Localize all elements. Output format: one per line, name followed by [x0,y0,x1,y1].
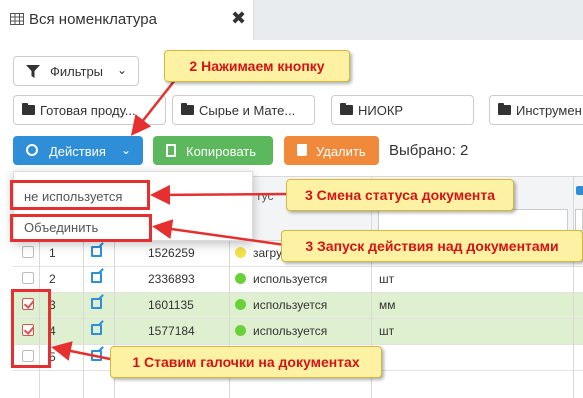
row-code: 1601135 [148,298,194,312]
chevron-down-icon: ⌄ [121,143,132,157]
folder-label: Готовая проду... [40,103,136,118]
table-icon [10,13,24,25]
highlight-merge [10,214,152,242]
folder-label: Инструмен [516,103,582,118]
folder-icon [340,103,353,115]
close-icon[interactable]: ✖ [231,8,246,29]
row-unit: шт [379,324,395,338]
folder-button-tools[interactable]: Инструмен [489,95,583,125]
trash-icon [297,144,307,156]
filter-icon [26,65,40,78]
row-number: 2 [49,272,56,286]
column-filter-input[interactable] [575,209,583,231]
external-link-icon[interactable] [91,246,102,257]
copy-button[interactable]: Копировать [153,136,273,165]
selected-count: Выбрано: 2 [389,142,469,159]
folder-label: Сырье и Мате... [199,103,296,118]
column-divider [573,177,574,398]
row-unit: шт [379,272,395,286]
row-checkbox[interactable] [22,272,34,284]
folder-icon [22,103,35,115]
row-code: 1577184 [148,324,195,338]
status-dot-icon [235,273,246,284]
external-link-icon[interactable] [91,298,102,309]
filters-button[interactable]: Фильтры ⌄ [13,56,139,86]
status-dot-icon [235,247,246,258]
folder-icon [181,103,194,115]
status-dot-icon [235,299,246,310]
row-status: используется [253,272,328,286]
column-filter-input[interactable] [378,209,568,231]
table-row[interactable]: 3 1601135 используется мм [13,293,583,319]
row-status: используется [253,298,328,312]
row-unit: мм [379,298,396,312]
folder-button-finished-products[interactable]: Готовая проду... [13,95,166,125]
row-checkbox[interactable] [22,246,34,258]
external-link-icon[interactable] [91,272,102,283]
highlight-not-used [10,180,150,210]
chevron-down-icon: ⌄ [117,63,128,77]
folder-icon [498,103,511,115]
row-code: 1526259 [148,246,195,260]
callout-check-documents: 1 Ставим галочки на документах [110,346,382,378]
callout-press-button: 2 Нажимаем кнопку [164,50,350,82]
actions-label: Действия [49,144,106,159]
copy-label: Копировать [186,144,256,159]
folder-button-raw-materials[interactable]: Сырье и Мате... [172,95,315,125]
row-code: 2336893 [148,272,195,286]
callout-status-change: 3 Смена статуса документа [286,179,514,211]
row-number: 1 [49,246,56,260]
delete-button[interactable]: Удалить [284,136,379,165]
column-header-status: тус [256,189,274,203]
delete-label: Удалить [316,144,366,159]
status-dot-icon [235,325,246,336]
tab-title: Вся номенклатура [29,11,157,28]
table-row[interactable]: 2 2336893 используется шт [13,267,583,293]
copy-icon [166,144,176,157]
folder-label: НИОКР [358,103,404,118]
highlight-checkboxes [11,289,51,368]
folder-button-niokr[interactable]: НИОКР [331,95,474,125]
external-link-icon[interactable] [91,324,102,335]
callout-run-action: 3 Запуск действия над документами [281,230,583,262]
column-checkbox[interactable] [576,186,583,195]
settings-icon [26,144,38,156]
table-row[interactable]: 4 1577184 используется шт [13,319,583,345]
filters-label: Фильтры [50,64,104,79]
row-status: загру [253,246,283,260]
tab-all-nomenclature[interactable]: Вся номенклатура ✖ [0,0,254,40]
actions-button[interactable]: Действия ⌄ [13,136,143,165]
external-link-icon[interactable] [91,350,102,361]
row-status: используется [253,324,328,338]
